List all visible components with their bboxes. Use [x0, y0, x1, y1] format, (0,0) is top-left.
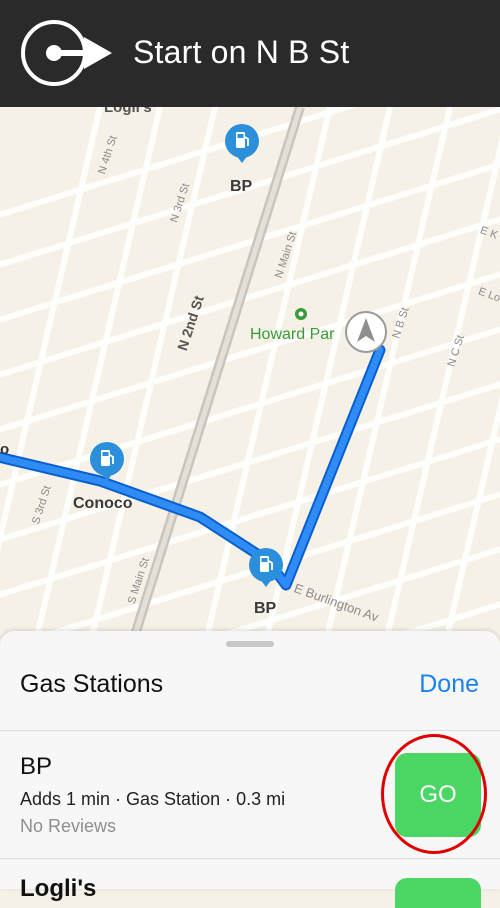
- turn-instruction: Start on N B St: [133, 34, 350, 70]
- map-top-label: Logli's: [104, 107, 152, 116]
- result-name: BP: [20, 753, 53, 780]
- gas-station-icon: [90, 442, 124, 481]
- gas-station-pin[interactable]: [89, 441, 125, 485]
- gas-station-pin[interactable]: [224, 123, 260, 167]
- location-heading-indicator: [344, 310, 388, 354]
- navigation-banner: Start on N B St: [0, 0, 500, 107]
- depart-arrow-icon: [21, 20, 112, 86]
- gas-station-pin[interactable]: [248, 547, 284, 591]
- results-sheet: Gas Stations Done BP Adds 1 min · Gas St…: [0, 631, 500, 908]
- poi-label-conoco: Conoco: [73, 495, 133, 512]
- poi-label-bp-north: BP: [230, 178, 253, 195]
- park-label: Howard Par: [250, 326, 335, 343]
- result-name-partial: Logli's: [20, 875, 97, 902]
- divider: [0, 858, 500, 859]
- result-detail: Adds 1 min · Gas Station · 0.3 mi: [20, 789, 286, 809]
- done-button[interactable]: Done: [419, 670, 479, 699]
- gas-station-icon: [225, 124, 259, 163]
- poi-label-bp-south: BP: [254, 600, 277, 617]
- sheet-grabber[interactable]: [226, 641, 274, 647]
- go-button-partial[interactable]: [395, 878, 481, 908]
- result-reviews: No Reviews: [20, 816, 117, 836]
- navigation-arrow-icon: [345, 311, 387, 353]
- divider: [0, 730, 500, 731]
- sheet-title: Gas Stations: [20, 670, 164, 698]
- map-view[interactable]: N 4th St N 3rd St N 2nd St N Main St N B…: [0, 107, 500, 667]
- map-edge-label: o: [0, 441, 10, 458]
- gas-station-icon: [249, 548, 283, 587]
- go-button[interactable]: GO: [395, 753, 481, 837]
